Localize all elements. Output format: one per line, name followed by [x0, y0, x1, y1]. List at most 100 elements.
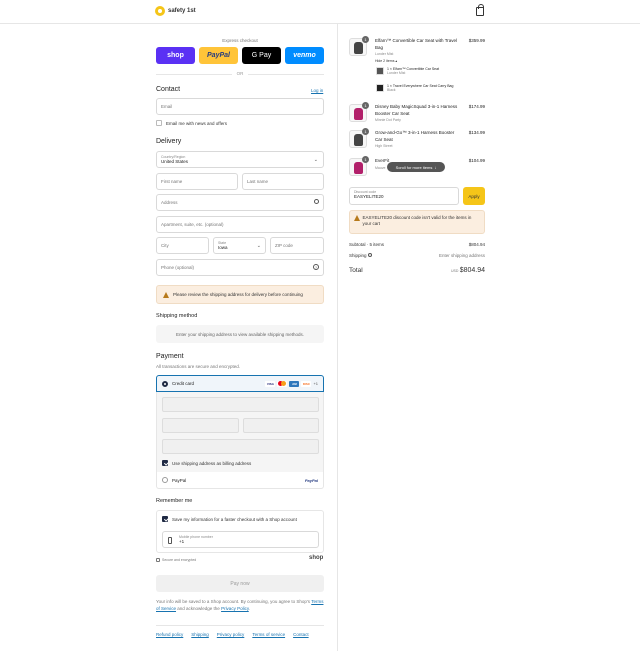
paypal-radio[interactable] — [162, 477, 168, 483]
credit-card-label: Credit card — [172, 381, 195, 386]
shipping-policy-link[interactable]: Shipping — [191, 632, 209, 637]
arrow-down-icon: ↓ — [434, 164, 437, 170]
hide-items-toggle[interactable]: Hide 2 items ▴ — [375, 59, 397, 63]
city-field[interactable]: City — [156, 237, 209, 254]
paypal-logo: PayPal — [304, 477, 318, 483]
quantity-badge: 1 — [362, 156, 369, 163]
product-name: Grow-and-Go™ 3-in-1 Harness Booster Car … — [375, 130, 455, 142]
terms-text: Your info will be saved to a Shop accoun… — [156, 598, 324, 612]
shipping-label: Shipping — [349, 253, 367, 258]
discount-code-field[interactable]: Discount code EASYELITE20 — [349, 187, 459, 205]
terms-text-2: and acknowledge the — [176, 606, 222, 611]
save-info-checkbox[interactable] — [162, 516, 168, 522]
mobile-phone-field[interactable]: Mobile phone number +1 — [162, 531, 319, 548]
bundle-item: 1 × Travel Everywhere Car Seat Carry Bag… — [376, 84, 453, 92]
total-row: Total USD $804.94 — [349, 267, 485, 274]
mastercard-icon — [277, 380, 288, 387]
payment-subtitle: All transactions are secure and encrypte… — [156, 364, 241, 369]
card-number-field[interactable] — [162, 397, 319, 412]
shipping-methods-placeholder: Enter your shipping address to view avai… — [156, 325, 324, 343]
product-name: Elfarn™ Convertible Car Seat with Travel… — [375, 38, 458, 50]
save-info-label: Save my information for a faster checkou… — [172, 516, 297, 522]
warning-icon — [354, 215, 360, 221]
search-icon — [314, 199, 319, 204]
shop-logo: shop — [309, 555, 324, 561]
lock-icon — [156, 558, 160, 562]
google-pay-button[interactable]: G Pay — [242, 47, 281, 64]
last-name-field[interactable]: Last name — [242, 173, 324, 190]
bundle-name: 1 × Travel Everywhere Car Seat Carry Bag — [387, 84, 454, 88]
shipping-row: Shipping Enter shipping address — [349, 253, 485, 258]
subtotal-label: Subtotal · 5 items — [349, 242, 385, 247]
payment-title: Payment — [156, 353, 184, 360]
state-select[interactable]: State Iowa ⌄ — [213, 237, 266, 254]
security-code-field[interactable] — [243, 418, 319, 433]
phone-placeholder: Phone (optional) — [161, 265, 195, 270]
paypal-option[interactable]: PayPal PayPal — [156, 472, 324, 489]
city-placeholder: City — [161, 243, 169, 248]
bundle-variant: Black — [387, 88, 396, 92]
quantity-badge: 1 — [362, 36, 369, 43]
bundle-thumbnail — [376, 67, 384, 75]
address-field[interactable]: Address — [156, 194, 324, 211]
refund-policy-link[interactable]: Refund policy — [156, 632, 183, 637]
privacy-policy-footer-link[interactable]: Privacy policy — [217, 632, 245, 637]
zip-field[interactable]: ZIP code — [270, 237, 324, 254]
expiry-field[interactable] — [162, 418, 239, 433]
apartment-field[interactable]: Apartment, suite, etc. (optional) — [156, 216, 324, 233]
billing-checkbox[interactable] — [162, 460, 168, 466]
zip-placeholder: ZIP code — [275, 243, 293, 248]
warning-icon — [163, 291, 169, 298]
scroll-toast-text: Scroll for more items — [395, 164, 433, 170]
country-select[interactable]: Country/Region United States ⌄ — [156, 151, 324, 168]
express-checkout-label: Express checkout — [222, 38, 258, 43]
credit-card-radio[interactable] — [162, 380, 168, 387]
phone-field[interactable]: Phone (optional) ? — [156, 259, 324, 276]
product-price: $134.99 — [468, 130, 485, 135]
or-divider: OR — [156, 71, 324, 76]
scroll-for-more-button[interactable]: Scroll for more items ↓ — [387, 162, 445, 172]
address-placeholder: Address — [161, 200, 178, 205]
name-on-card-field[interactable] — [162, 439, 319, 454]
pay-now-button[interactable]: Pay now — [156, 575, 324, 592]
info-icon[interactable] — [367, 253, 372, 257]
product-thumbnail: 1 — [349, 102, 369, 122]
shipping-method-title: Shipping method — [156, 313, 198, 319]
product-thumbnail: 1 — [349, 156, 369, 176]
product-price: $174.99 — [468, 104, 485, 109]
first-name-field[interactable]: First name — [156, 173, 238, 190]
discount-error-text: EASYELITE20 discount code isn't valid fo… — [362, 215, 472, 226]
notice-text: Please review the shipping address for d… — [173, 292, 303, 297]
express-buttons: shop PayPal G Pay venmo — [156, 47, 324, 64]
contact-link[interactable]: Contact — [293, 632, 309, 637]
paypal-button[interactable]: PayPal — [199, 47, 238, 64]
chevron-down-icon: ⌄ — [256, 243, 261, 249]
header: safety 1st — [0, 0, 640, 24]
login-link[interactable]: Log in — [311, 88, 323, 93]
credit-card-option[interactable]: Credit card VISA AM DISC +1 — [156, 375, 324, 392]
amex-icon: AM — [289, 380, 300, 387]
venmo-button[interactable]: venmo — [285, 47, 324, 64]
apply-button[interactable]: Apply — [463, 187, 485, 205]
shop-pay-button[interactable]: shop — [156, 47, 195, 64]
help-icon[interactable]: ? — [313, 264, 319, 270]
email-field[interactable]: Email — [156, 98, 324, 115]
terms-of-service-footer-link[interactable]: Terms of service — [252, 632, 285, 637]
apartment-placeholder: Apartment, suite, etc. (optional) — [161, 222, 224, 227]
subtotal-value: $804.94 — [468, 242, 485, 247]
bundle-item: 1 × Elfarn™ Convertible Car Seat Lunder M… — [376, 67, 439, 75]
product-variant: Lunder Mist — [375, 52, 394, 56]
billing-label: Use shipping address as billing address — [172, 460, 252, 466]
privacy-policy-link[interactable]: Privacy Policy — [221, 606, 249, 611]
state-value: Iowa — [218, 245, 228, 250]
contact-title: Contact — [156, 86, 181, 93]
logo[interactable]: safety 1st — [155, 6, 196, 16]
first-name-placeholder: First name — [161, 179, 183, 184]
shopping-bag-icon[interactable] — [476, 4, 484, 16]
card-form: Use shipping address as billing address — [156, 392, 324, 472]
secure-label: Secure and encrypted — [162, 558, 197, 562]
product-thumbnail: 1 — [349, 128, 369, 148]
remember-title: Remember me — [156, 498, 193, 504]
news-checkbox[interactable] — [156, 120, 162, 126]
product-name: EverFit — [375, 158, 390, 163]
